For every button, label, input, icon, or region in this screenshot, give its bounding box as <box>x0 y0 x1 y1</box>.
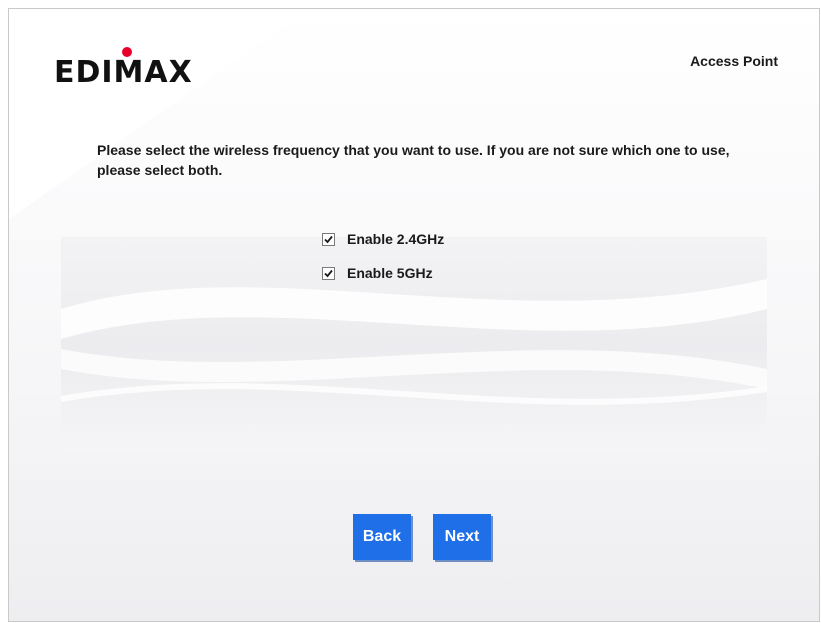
instructions-text: Please select the wireless frequency tha… <box>97 142 730 178</box>
svg-text:EDIMAX: EDIMAX <box>54 55 193 88</box>
enable-5ghz-option[interactable]: Enable 5GHz <box>322 264 444 282</box>
enable-5ghz-checkbox[interactable] <box>322 266 335 280</box>
background-swoosh <box>9 9 768 452</box>
checkmark-icon <box>324 269 333 277</box>
checkmark-icon <box>324 235 333 243</box>
back-button[interactable]: Back <box>353 514 411 560</box>
frequency-options: Enable 2.4GHz Enable 5GHz <box>322 230 444 298</box>
enable-2-4ghz-checkbox[interactable] <box>322 232 335 246</box>
enable-2-4ghz-option[interactable]: Enable 2.4GHz <box>322 230 444 248</box>
enable-2-4ghz-label: Enable 2.4GHz <box>347 231 445 247</box>
mode-label: Access Point <box>690 53 778 69</box>
next-button[interactable]: Next <box>433 514 491 560</box>
wizard-panel: EDIMAX Access Point Please select the wi… <box>8 8 820 622</box>
edimax-logo: EDIMAX <box>54 47 193 88</box>
enable-5ghz-label: Enable 5GHz <box>347 265 433 281</box>
